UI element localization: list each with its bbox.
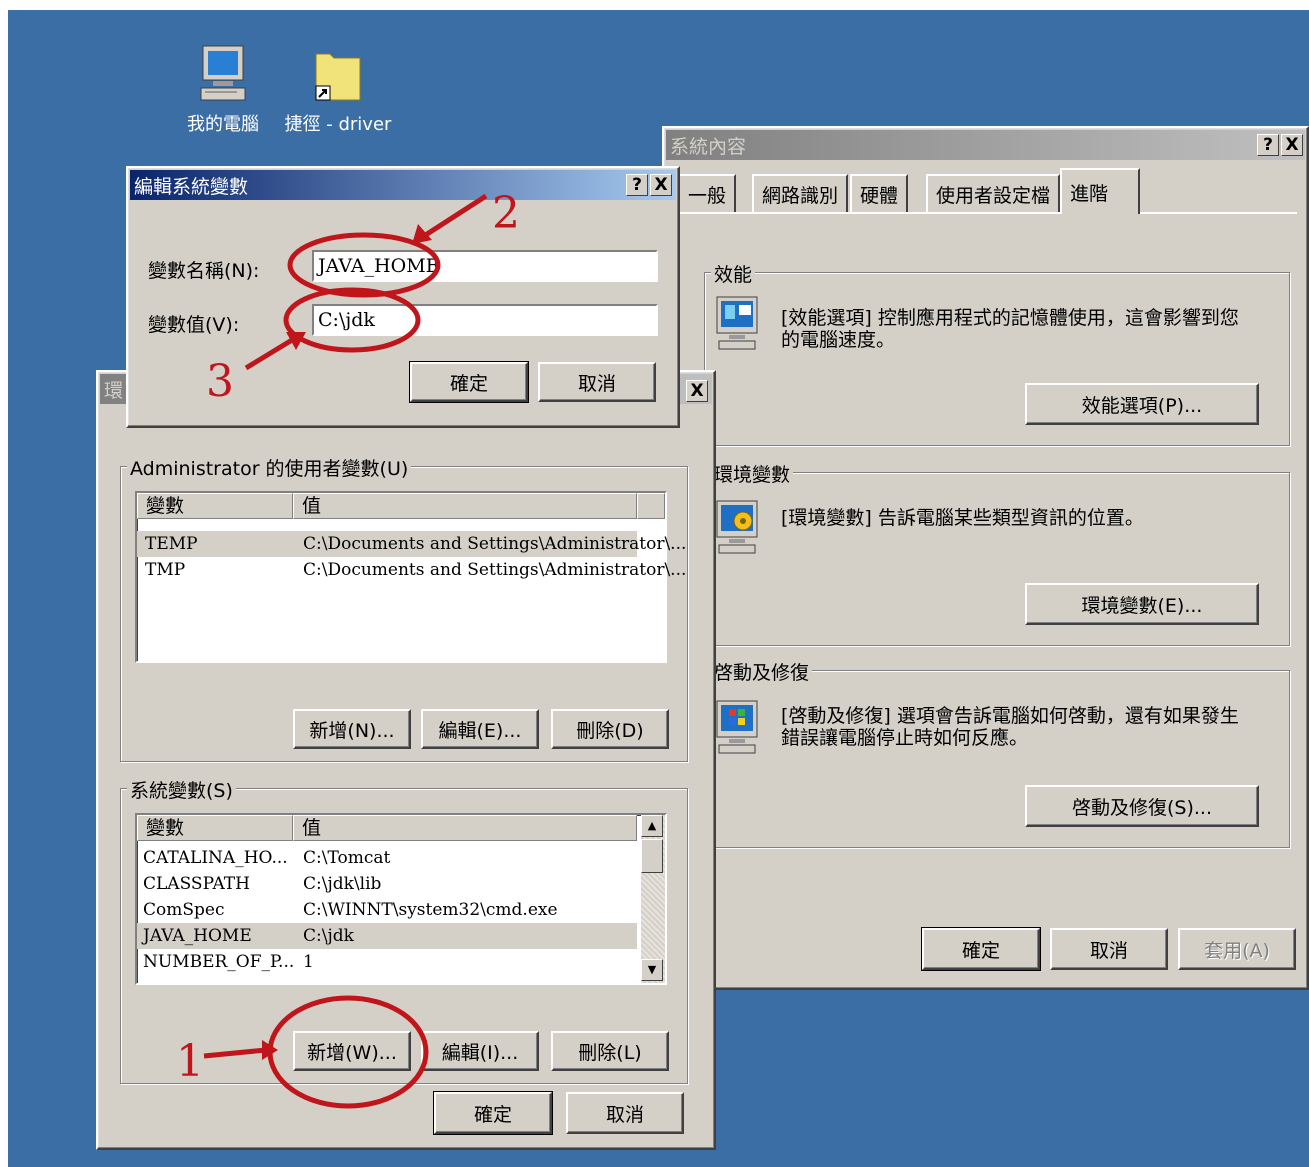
variable-value-label: 變數值(V): (148, 314, 240, 336)
list-item[interactable]: ComSpec C:\WINNT\system32\cmd.exe (137, 897, 637, 923)
column-header-variable[interactable]: 變數 (137, 493, 293, 519)
list-item[interactable]: CATALINA_HO... C:\Tomcat (137, 845, 637, 871)
tab-panel-border (672, 212, 1297, 214)
user-var-name: TMP (145, 560, 186, 580)
edit-help-button[interactable]: ? (626, 174, 648, 196)
system-var-name: ComSpec (143, 900, 225, 920)
annotation-number-2: 2 (492, 188, 520, 239)
scroll-thumb[interactable] (641, 839, 663, 873)
edit-dialog-title: 編輯系統變數 (134, 175, 249, 198)
system-var-name: NUMBER_OF_P... (143, 952, 295, 972)
user-variables-legend: Administrator 的使用者變數(U) (127, 454, 412, 481)
environment-variables-button[interactable]: 環境變數(E)... (1025, 583, 1259, 625)
system-variables-list[interactable]: 變數 值 CATALINA_HO... C:\Tomcat CLASSPATH … (135, 813, 667, 985)
startup-recovery-button[interactable]: 啓動及修復(S)... (1025, 785, 1259, 827)
user-new-button[interactable]: 新增(N)... (293, 709, 411, 749)
tab-hardware[interactable]: 硬體 (850, 174, 909, 212)
system-vars-scrollbar[interactable]: ▲ ▼ (641, 815, 665, 983)
system-var-name: CLASSPATH (143, 874, 250, 894)
system-new-button[interactable]: 新增(W)... (293, 1031, 411, 1071)
driver-shortcut-desktop-icon[interactable]: 捷徑 - driver (283, 44, 393, 136)
startup-recovery-icon (716, 700, 758, 754)
annotation-number-1: 1 (176, 1036, 204, 1087)
environment-variables-icon (716, 500, 758, 554)
tab-user-profiles[interactable]: 使用者設定檔 (926, 174, 1061, 212)
system-var-name: CATALINA_HO... (143, 848, 288, 868)
cancel-button[interactable]: 取消 (1050, 928, 1168, 970)
driver-shortcut-label: 捷徑 - driver (284, 114, 392, 135)
variable-name-field[interactable]: JAVA_HOME (312, 250, 658, 282)
environment-variables-window: 環 X Administrator 的使用者變數(U) 變數 值 TEMP C:… (96, 370, 716, 1150)
system-delete-button[interactable]: 刪除(L) (551, 1031, 669, 1071)
user-variables-group: Administrator 的使用者變數(U) 變數 值 TEMP C:\Doc… (120, 454, 688, 762)
apply-button[interactable]: 套用(A) (1178, 928, 1296, 970)
help-button[interactable]: ? (1257, 134, 1279, 156)
variable-name-label: 變數名稱(N): (148, 260, 260, 282)
tab-advanced[interactable]: 進階 (1060, 168, 1140, 214)
tab-network-id[interactable]: 網路識別 (752, 174, 849, 212)
startup-recovery-legend: 啓動及修復 (711, 658, 813, 685)
environment-variables-title: 環 (104, 379, 124, 402)
system-properties-window: 系統內容 ? X 一般 網路識別 硬體 使用者設定檔 進階 效能 [效能選項] … (662, 126, 1309, 990)
close-button[interactable]: X (1281, 134, 1303, 156)
system-properties-titlebar[interactable]: 系統內容 ? X (666, 130, 1305, 160)
list-item[interactable]: JAVA_HOME C:\jdk (137, 923, 637, 949)
edit-close-button[interactable]: X (650, 174, 672, 196)
my-computer-desktop-icon[interactable]: 我的電腦 (168, 44, 278, 136)
user-var-name: TEMP (145, 534, 198, 554)
performance-options-button[interactable]: 效能選項(P)... (1025, 383, 1259, 425)
user-var-value: C:\Documents and Settings\Administrator\… (303, 534, 687, 554)
user-delete-button[interactable]: 刪除(D) (551, 709, 669, 749)
system-var-value: C:\jdk (303, 926, 354, 946)
env-cancel-button[interactable]: 取消 (566, 1092, 684, 1134)
system-var-name: JAVA_HOME (143, 926, 252, 946)
system-var-value: C:\jdk\lib (303, 874, 382, 894)
performance-description: [效能選項] 控制應用程式的記憶體使用，這會影響到您的電腦速度。 (781, 307, 1239, 351)
user-variables-list[interactable]: 變數 值 TEMP C:\Documents and Settings\Admi… (135, 491, 686, 663)
system-properties-title: 系統內容 (670, 135, 747, 158)
scroll-up-arrow-icon[interactable]: ▲ (641, 815, 663, 837)
startup-recovery-group: 啓動及修復 [啓動及修復] 選項會告訴電腦如何啓動，還有如果發生錯誤讓電腦停止時… (704, 658, 1290, 848)
list-item[interactable]: TEMP C:\Documents and Settings\Administr… (137, 531, 686, 557)
variable-value-field[interactable]: C:\jdk (312, 304, 658, 336)
performance-group: 效能 [效能選項] 控制應用程式的記憶體使用，這會影響到您的電腦速度。 效能選項… (704, 260, 1290, 446)
performance-legend: 效能 (711, 260, 756, 287)
startup-recovery-description: [啓動及修復] 選項會告訴電腦如何啓動，還有如果發生錯誤讓電腦停止時如何反應。 (781, 705, 1239, 749)
system-var-value: 1 (303, 952, 314, 972)
system-variables-group: 系統變數(S) 變數 值 CATALINA_HO... C:\Tomcat CL… (120, 776, 688, 1084)
system-var-value: C:\Tomcat (303, 848, 391, 868)
computer-icon (200, 45, 246, 101)
performance-icon (716, 296, 758, 350)
edit-cancel-button[interactable]: 取消 (538, 362, 656, 402)
user-var-value: C:\Documents and Settings\Administrator\… (303, 560, 687, 580)
edit-dialog-titlebar[interactable]: 編輯系統變數 ? X (130, 170, 676, 200)
column-header-filler (637, 493, 665, 519)
list-item[interactable]: NUMBER_OF_P... 1 (137, 949, 637, 975)
system-edit-button[interactable]: 編輯(I)... (421, 1031, 539, 1071)
env-ok-button[interactable]: 確定 (433, 1091, 553, 1135)
column-header-variable[interactable]: 變數 (137, 815, 293, 841)
folder-shortcut-icon (315, 53, 361, 101)
environment-group: 環境變數 [環境變數] 告訴電腦某些類型資訊的位置。 環境變數(E)... (704, 460, 1290, 646)
list-item[interactable]: TMP C:\Documents and Settings\Administra… (137, 557, 686, 583)
environment-legend: 環境變數 (711, 460, 794, 487)
tab-general[interactable]: 一般 (678, 174, 737, 212)
ok-button[interactable]: 確定 (921, 927, 1041, 971)
edit-ok-button[interactable]: 確定 (409, 361, 529, 403)
system-var-value: C:\WINNT\system32\cmd.exe (303, 900, 558, 920)
annotation-number-3: 3 (206, 356, 234, 407)
list-item[interactable]: CLASSPATH C:\jdk\lib (137, 871, 637, 897)
my-computer-label: 我的電腦 (187, 114, 259, 135)
env-close-button[interactable]: X (686, 380, 708, 402)
scroll-down-arrow-icon[interactable]: ▼ (641, 959, 663, 981)
environment-description: [環境變數] 告訴電腦某些類型資訊的位置。 (781, 507, 1144, 529)
system-variables-legend: 系統變數(S) (127, 776, 236, 803)
user-edit-button[interactable]: 編輯(E)... (421, 709, 539, 749)
column-header-value[interactable]: 值 (293, 493, 637, 519)
column-header-value[interactable]: 值 (293, 815, 637, 841)
